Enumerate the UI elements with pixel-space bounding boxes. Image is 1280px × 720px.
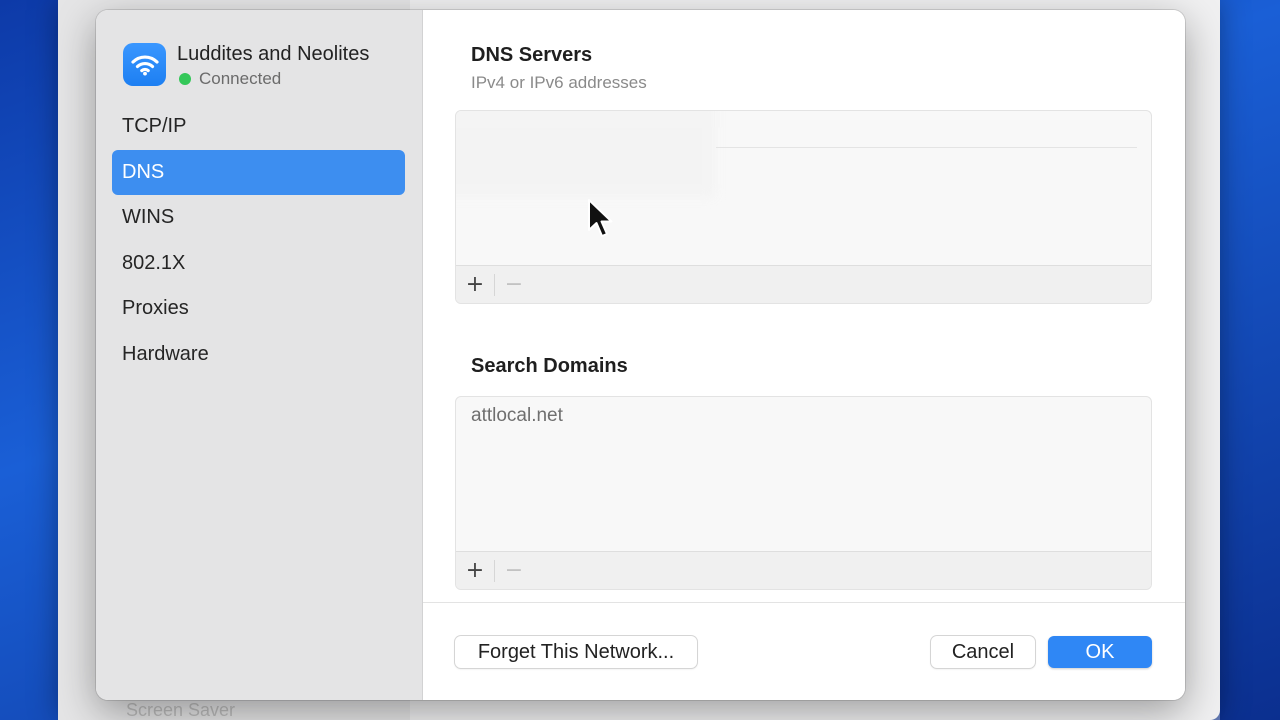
forget-network-button[interactable]: Forget This Network...	[455, 636, 697, 668]
dns-servers-title: DNS Servers	[471, 44, 593, 66]
redacted-dns-entry	[456, 111, 715, 197]
dns-servers-list[interactable]: + −	[455, 110, 1152, 304]
footer-divider	[423, 602, 1185, 603]
cancel-button[interactable]: Cancel	[931, 636, 1035, 668]
remove-search-domain-button[interactable]: −	[495, 552, 533, 590]
dns-servers-subtitle: IPv4 or IPv6 addresses	[471, 73, 647, 92]
search-domain-entry[interactable]: attlocal.net	[471, 405, 563, 427]
network-status: Connected	[199, 69, 282, 88]
wifi-icon	[123, 43, 166, 86]
sidebar-item-8021x[interactable]: 802.1X	[112, 241, 405, 287]
sidebar-item-proxies[interactable]: Proxies	[112, 286, 405, 332]
connected-status-dot	[179, 73, 191, 85]
details-sidebar: Luddites and Neolites Connected TCP/IP D…	[96, 10, 423, 700]
search-domains-title: Search Domains	[471, 355, 628, 377]
network-name: Luddites and Neolites	[177, 43, 370, 65]
remove-dns-server-button[interactable]: −	[495, 266, 533, 304]
dns-pane: DNS Servers IPv4 or IPv6 addresses + − S…	[423, 10, 1185, 700]
search-domains-list[interactable]: attlocal.net + −	[455, 396, 1152, 590]
sidebar-item-hardware[interactable]: Hardware	[112, 332, 405, 378]
network-details-sheet: Luddites and Neolites Connected TCP/IP D…	[96, 10, 1185, 700]
search-domains-controls: + −	[456, 551, 1151, 589]
mouse-pointer-icon	[588, 199, 613, 237]
sidebar-item-dns[interactable]: DNS	[112, 149, 405, 195]
sidebar-item-tcpip[interactable]: TCP/IP	[112, 104, 405, 150]
ok-button[interactable]: OK	[1048, 636, 1152, 668]
network-header: Luddites and Neolites Connected	[123, 43, 369, 89]
details-nav: TCP/IP DNS WINS 802.1X Proxies Hardware	[112, 104, 405, 377]
dns-servers-controls: + −	[456, 265, 1151, 303]
add-dns-server-button[interactable]: +	[456, 266, 494, 304]
add-search-domain-button[interactable]: +	[456, 552, 494, 590]
sidebar-item-wins[interactable]: WINS	[112, 195, 405, 241]
dns-list-row-divider	[716, 147, 1137, 148]
